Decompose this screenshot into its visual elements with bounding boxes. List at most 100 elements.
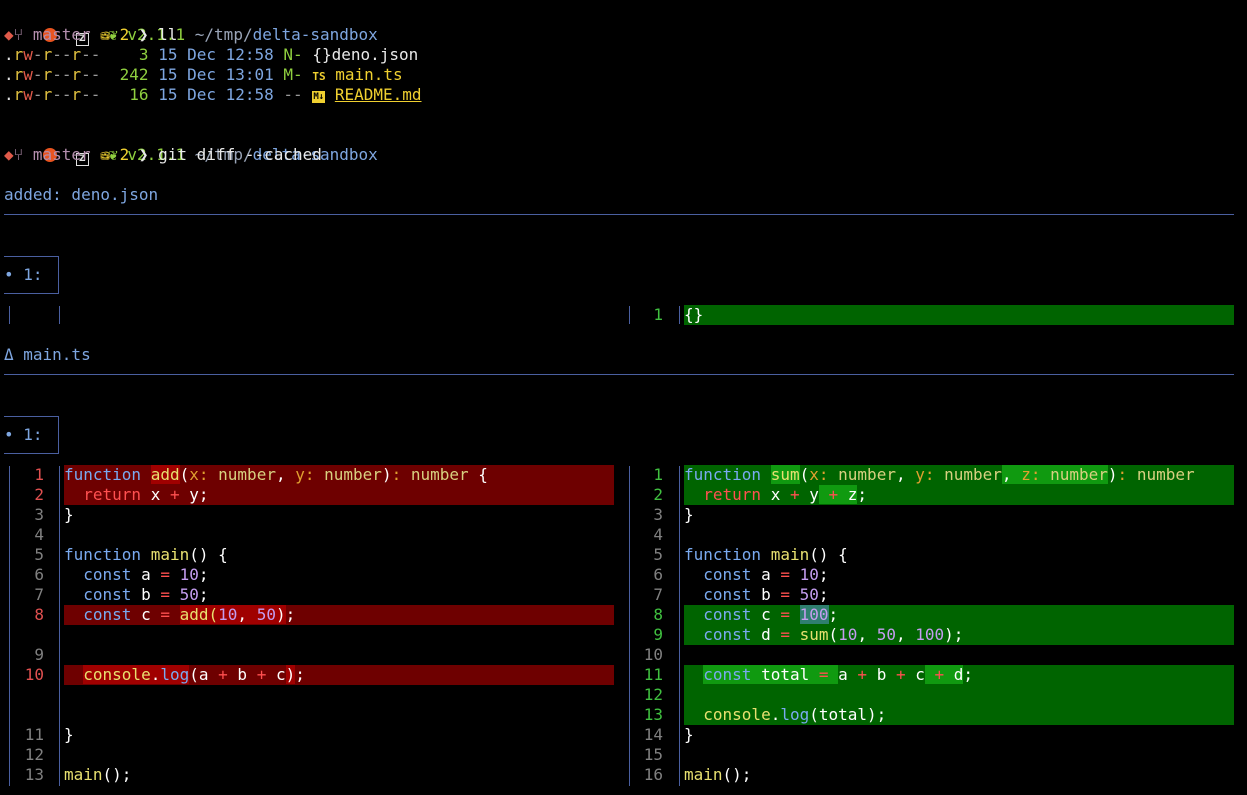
deleted-line: const c = add(10, 50);: [64, 605, 614, 625]
line-number: 4: [653, 525, 663, 544]
context-line: }: [64, 725, 74, 744]
branch-name: master: [32, 25, 91, 44]
file-size: 242: [119, 65, 149, 84]
json-icon: {}: [312, 45, 332, 64]
line-number: 14: [643, 725, 663, 744]
line-number: 9: [34, 645, 44, 664]
added-line: const d = sum(10, 50, 100);: [684, 625, 1234, 645]
prompt-line-1: Z ❦ v2.1.1 ~/tmp/delta-sandbox: [4, 5, 378, 46]
file-size: 16: [129, 85, 149, 104]
prompt-line-2: ◆⑂ master ⛁ 2 ❯ git diff --cached: [4, 145, 322, 165]
git-status: --: [283, 85, 303, 104]
line-number: 9: [653, 625, 663, 644]
context-line: }: [64, 505, 74, 524]
context-line: const a = 10;: [703, 565, 829, 584]
line-number: 12: [643, 685, 663, 704]
line-number: 10: [24, 665, 44, 684]
added-line: return x + y + z;: [684, 485, 1234, 505]
line-number: 7: [653, 585, 663, 604]
line-number: 15: [643, 745, 663, 764]
file-name[interactable]: deno.json: [332, 45, 419, 64]
file-date: 15 Dec 12:58: [158, 85, 274, 104]
context-line: main();: [684, 765, 752, 784]
line-number: 7: [34, 585, 44, 604]
git-icon: ◆: [4, 145, 14, 164]
line-number: 1: [653, 465, 663, 484]
line-number: 1: [34, 465, 44, 484]
git-status: M-: [283, 65, 303, 84]
line-number: 4: [34, 525, 44, 544]
added-line: const total = a + b + c + d;: [684, 665, 1234, 685]
file-size: 3: [138, 45, 149, 64]
context-line: const b = 50;: [83, 585, 209, 604]
line-number: 11: [643, 665, 663, 684]
context-line: }: [684, 725, 694, 744]
branch-icon: ⑂: [13, 145, 24, 164]
context-line: }: [684, 505, 694, 524]
file-name[interactable]: README.md: [335, 85, 422, 104]
stash-count: 2: [119, 25, 130, 44]
gutter-divider: [9, 306, 10, 324]
file-divider: [4, 214, 1234, 215]
listing-row: .rw-r--r-- 3 15 Dec 12:58 N- {}deno.json: [4, 45, 419, 64]
typescript-icon: TS: [312, 70, 326, 83]
line-number: 11: [24, 725, 44, 744]
prompt-line-1: Z ❦ v2.1.1 ~/tmp/delta-sandbox: [4, 125, 378, 166]
hunk-header: • 1:: [4, 265, 43, 284]
line-number: 8: [34, 605, 44, 624]
line-number: 2: [653, 485, 663, 504]
line-number: 16: [643, 765, 663, 784]
command-text: ll: [158, 25, 178, 44]
cwd-dir: delta-sandbox: [252, 25, 378, 44]
added-line: const c = 100;: [684, 605, 1234, 625]
line-number: 13: [643, 705, 663, 724]
command-text: git diff --cached: [158, 145, 322, 164]
gutter-divider: [59, 306, 60, 324]
gutter-divider: [679, 306, 680, 324]
added-line: [684, 685, 1234, 705]
context-line: function main() {: [64, 545, 228, 564]
line-number: 6: [653, 565, 663, 584]
git-status: N-: [283, 45, 303, 64]
file-header-modified: Δ main.ts: [4, 345, 91, 364]
markdown-icon: M↓: [312, 91, 326, 103]
context-line: const b = 50;: [703, 585, 829, 604]
cwd-prefix: ~/tmp/: [194, 25, 253, 44]
terminal-window: Z ❦ v2.1.1 ~/tmp/delta-sandbox ◆⑂ master…: [0, 0, 1247, 795]
gutter-divider: [679, 466, 680, 786]
stash-count: 2: [119, 145, 130, 164]
line-number: 2: [34, 485, 44, 504]
listing-row: .rw-r--r-- 16 15 Dec 12:58 -- M↓ README.…: [4, 85, 422, 104]
deleted-line: console.log(a + b + c);: [64, 665, 614, 685]
file-header-added: added: deno.json: [4, 185, 159, 204]
stash-icon: ⛁: [100, 145, 110, 164]
stash-icon: ⛁: [100, 25, 110, 44]
branch-icon: ⑂: [13, 25, 24, 44]
line-number: 3: [34, 505, 44, 524]
context-line: const a = 10;: [83, 565, 209, 584]
line-number: 8: [653, 605, 663, 624]
context-line: function main() {: [684, 545, 848, 564]
line-number: 5: [34, 545, 44, 564]
branch-name: master: [32, 145, 91, 164]
line-number: 12: [24, 745, 44, 764]
prompt-symbol: ❯: [138, 145, 149, 164]
gutter-divider: [59, 466, 60, 786]
context-line: main();: [64, 765, 132, 784]
git-icon: ◆: [4, 25, 14, 44]
added-line: function sum(x: number, y: number, z: nu…: [684, 465, 1234, 485]
listing-row: .rw-r--r-- 242 15 Dec 13:01 M- TS main.t…: [4, 65, 403, 84]
deleted-line: return x + y;: [64, 485, 614, 505]
line-number: 3: [653, 505, 663, 524]
file-divider: [4, 374, 1234, 375]
file-name[interactable]: main.ts: [335, 65, 402, 84]
line-number: 13: [24, 765, 44, 784]
added-line: console.log(total);: [684, 705, 1234, 725]
prompt-symbol: ❯: [138, 25, 149, 44]
line-number: 1: [653, 305, 663, 324]
deleted-line: function add(x: number, y: number): numb…: [64, 465, 614, 485]
added-line: {}: [684, 305, 1234, 325]
file-date: 15 Dec 13:01: [158, 65, 274, 84]
prompt-line-2: ◆⑂ master ⛁ 2 ❯ ll: [4, 25, 177, 45]
line-number: 10: [643, 645, 663, 664]
